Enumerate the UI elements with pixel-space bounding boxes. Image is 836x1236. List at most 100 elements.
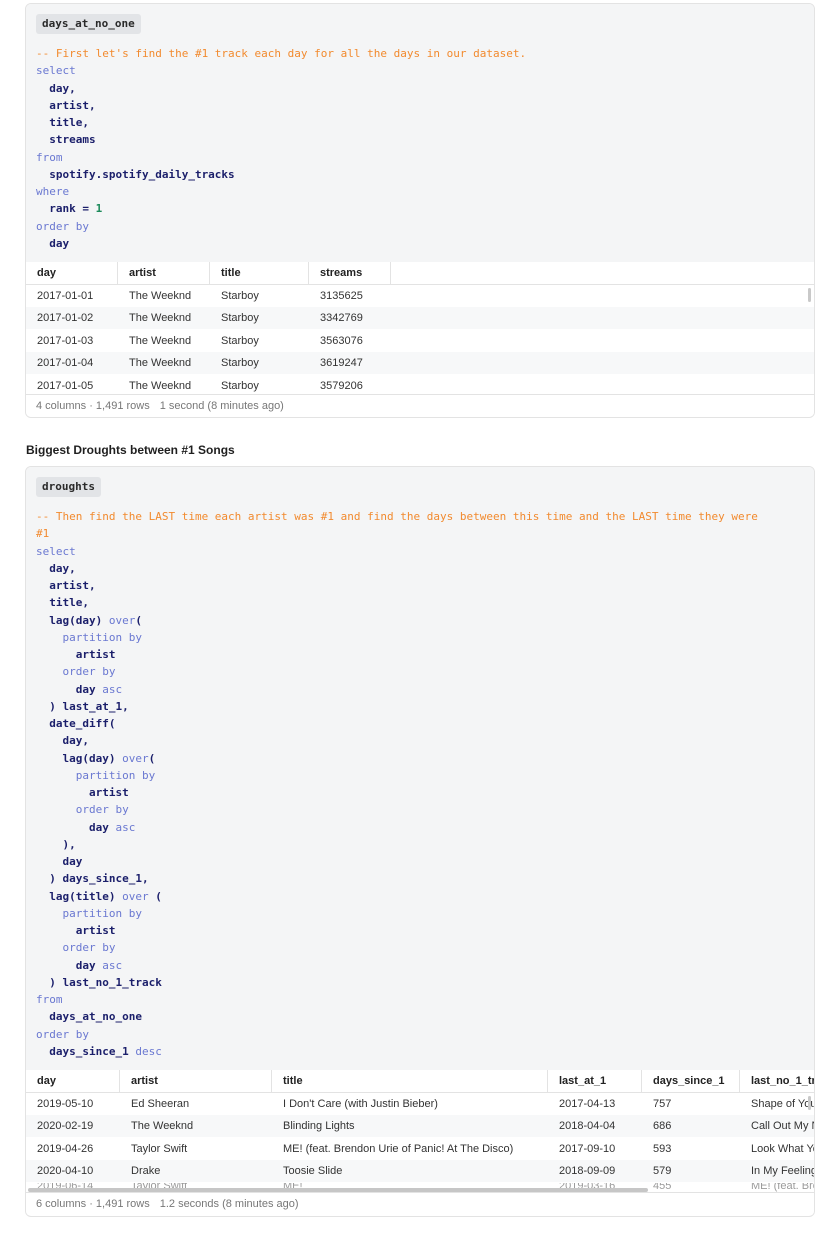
cell: Starboy	[221, 290, 259, 302]
query-name-tag[interactable]: droughts	[36, 477, 101, 497]
code-editor[interactable]: droughts -- Then find the LAST time each…	[26, 467, 814, 1070]
column-header-days-since-1[interactable]: days_since_1	[642, 1070, 740, 1092]
cell: Starboy	[221, 312, 259, 324]
table-header-row: day artist title streams	[26, 262, 814, 285]
code-line: order by	[36, 801, 758, 818]
vertical-scrollbar[interactable]	[808, 288, 811, 302]
cell: Shape of You	[751, 1098, 814, 1110]
code-line: order by	[36, 663, 758, 680]
code-line: from	[36, 991, 758, 1008]
code-token: (	[135, 613, 142, 627]
code-token: asc	[102, 958, 123, 972]
code-token: artist	[36, 924, 116, 937]
query-name-tag[interactable]: days_at_no_one	[36, 14, 141, 34]
code-token: artist,	[36, 98, 96, 112]
code-line: day,	[36, 560, 758, 577]
table-row[interactable]: 2019-05-10 Ed Sheeran I Don't Care (with…	[26, 1093, 814, 1115]
cell: 2017-01-03	[37, 335, 94, 347]
cell: Ed Sheeran	[131, 1098, 190, 1110]
code-line: partition by	[36, 767, 758, 784]
results-table: day artist title streams 2017-01-01 The …	[26, 262, 814, 394]
code-line: ) days_since_1,	[36, 870, 758, 887]
cell: The Weeknd	[129, 335, 192, 347]
code-token: partition by	[36, 630, 142, 644]
cell: The Weeknd	[131, 1120, 194, 1132]
code-line: lag(day) over(	[36, 612, 758, 629]
code-line: select	[36, 543, 758, 560]
cell: ME! (feat. Brendon Urie)	[751, 1183, 814, 1192]
table-row[interactable]: 2017-01-04 The Weeknd Starboy 3619247	[26, 352, 814, 374]
code-line: lag(title) over (	[36, 888, 758, 905]
section-heading: Biggest Droughts between #1 Songs	[26, 443, 235, 457]
vertical-scrollbar[interactable]	[808, 1096, 811, 1110]
cell: 686	[653, 1120, 672, 1132]
table-row[interactable]: 2017-01-05 The Weeknd Starboy 3579206	[26, 375, 814, 394]
code-line: #1	[36, 525, 758, 542]
code-token: asc	[115, 820, 136, 834]
table-row[interactable]: 2017-01-02 The Weeknd Starboy 3342769	[26, 307, 814, 329]
cell: 757	[653, 1098, 672, 1110]
code-token: (	[148, 751, 156, 765]
code-token: partition by	[36, 768, 156, 782]
column-header-artist[interactable]: artist	[120, 1070, 272, 1092]
sql-code[interactable]: -- Then find the LAST time each artist w…	[36, 508, 758, 1060]
column-header-title[interactable]: title	[272, 1070, 548, 1092]
code-token: day	[36, 820, 116, 834]
code-token: where	[36, 185, 70, 198]
code-line: partition by	[36, 629, 758, 646]
code-token: ),	[36, 837, 76, 851]
column-header-streams[interactable]: streams	[309, 262, 391, 284]
code-token: day	[36, 958, 103, 972]
code-token: from	[36, 993, 63, 1006]
table-row[interactable]: 2019-04-26 Taylor Swift ME! (feat. Brend…	[26, 1138, 814, 1160]
cell: 2017-01-02	[37, 312, 94, 324]
table-row[interactable]: 2020-04-10 Drake Toosie Slide 2018-09-09…	[26, 1160, 814, 1182]
cell: Look What You Made Me Do	[751, 1143, 814, 1155]
cell: ME! (feat. Brendon Urie of Panic! At The…	[283, 1143, 514, 1155]
column-header-day[interactable]: day	[26, 262, 118, 284]
table-row[interactable]: 2020-02-19 The Weeknd Blinding Lights 20…	[26, 1115, 814, 1137]
code-token: day,	[36, 81, 76, 95]
cell: Toosie Slide	[283, 1165, 343, 1177]
code-line: artist	[36, 784, 758, 801]
code-token: order by	[36, 1027, 89, 1041]
column-header-last-no-1-track[interactable]: last_no_1_track	[740, 1070, 814, 1092]
code-line: days_since_1 desc	[36, 1043, 758, 1060]
code-line: artist,	[36, 97, 526, 114]
code-token: ) last_no_1_track	[36, 975, 162, 989]
table-row[interactable]: 2017-01-03 The Weeknd Starboy 3563076	[26, 330, 814, 352]
column-header-artist[interactable]: artist	[118, 262, 210, 284]
code-editor[interactable]: days_at_no_one -- First let's find the #…	[26, 4, 814, 262]
cell: Drake	[131, 1165, 161, 1177]
cell: 3619247	[320, 357, 363, 369]
column-header-last-at-1[interactable]: last_at_1	[548, 1070, 642, 1092]
cell: 3563076	[320, 335, 363, 347]
column-header-title[interactable]: title	[210, 262, 309, 284]
code-line: artist,	[36, 577, 758, 594]
code-token: order by	[36, 219, 89, 233]
code-line: rank = 1	[36, 200, 526, 217]
row-count: 4 columns · 1,491 rows	[36, 400, 150, 412]
row-count: 6 columns · 1,491 rows	[36, 1198, 150, 1210]
code-token: order by	[36, 803, 129, 817]
code-line: day asc	[36, 819, 758, 836]
code-token: streams	[36, 133, 96, 147]
code-token: artist,	[36, 579, 96, 592]
code-line: day,	[36, 732, 758, 749]
table-row[interactable]: 2017-01-01 The Weeknd Starboy 3135625	[26, 285, 814, 307]
code-token: -- First let's find the #1 track each da…	[36, 47, 527, 60]
code-token: artist	[36, 786, 129, 799]
code-token: order by	[36, 665, 116, 679]
sql-code[interactable]: -- First let's find the #1 track each da…	[36, 45, 526, 252]
column-header-day[interactable]: day	[26, 1070, 120, 1092]
code-line: date_diff(	[36, 715, 758, 732]
code-token: from	[36, 150, 63, 164]
code-token: date_diff(	[36, 717, 116, 730]
cell: In My Feelings	[751, 1165, 814, 1177]
cell: 3342769	[320, 312, 363, 324]
code-line: day	[36, 235, 526, 252]
code-line: lag(day) over(	[36, 750, 758, 767]
code-line: from	[36, 149, 526, 166]
code-token: ) last_at_1,	[36, 699, 129, 713]
code-token: over	[108, 613, 136, 627]
